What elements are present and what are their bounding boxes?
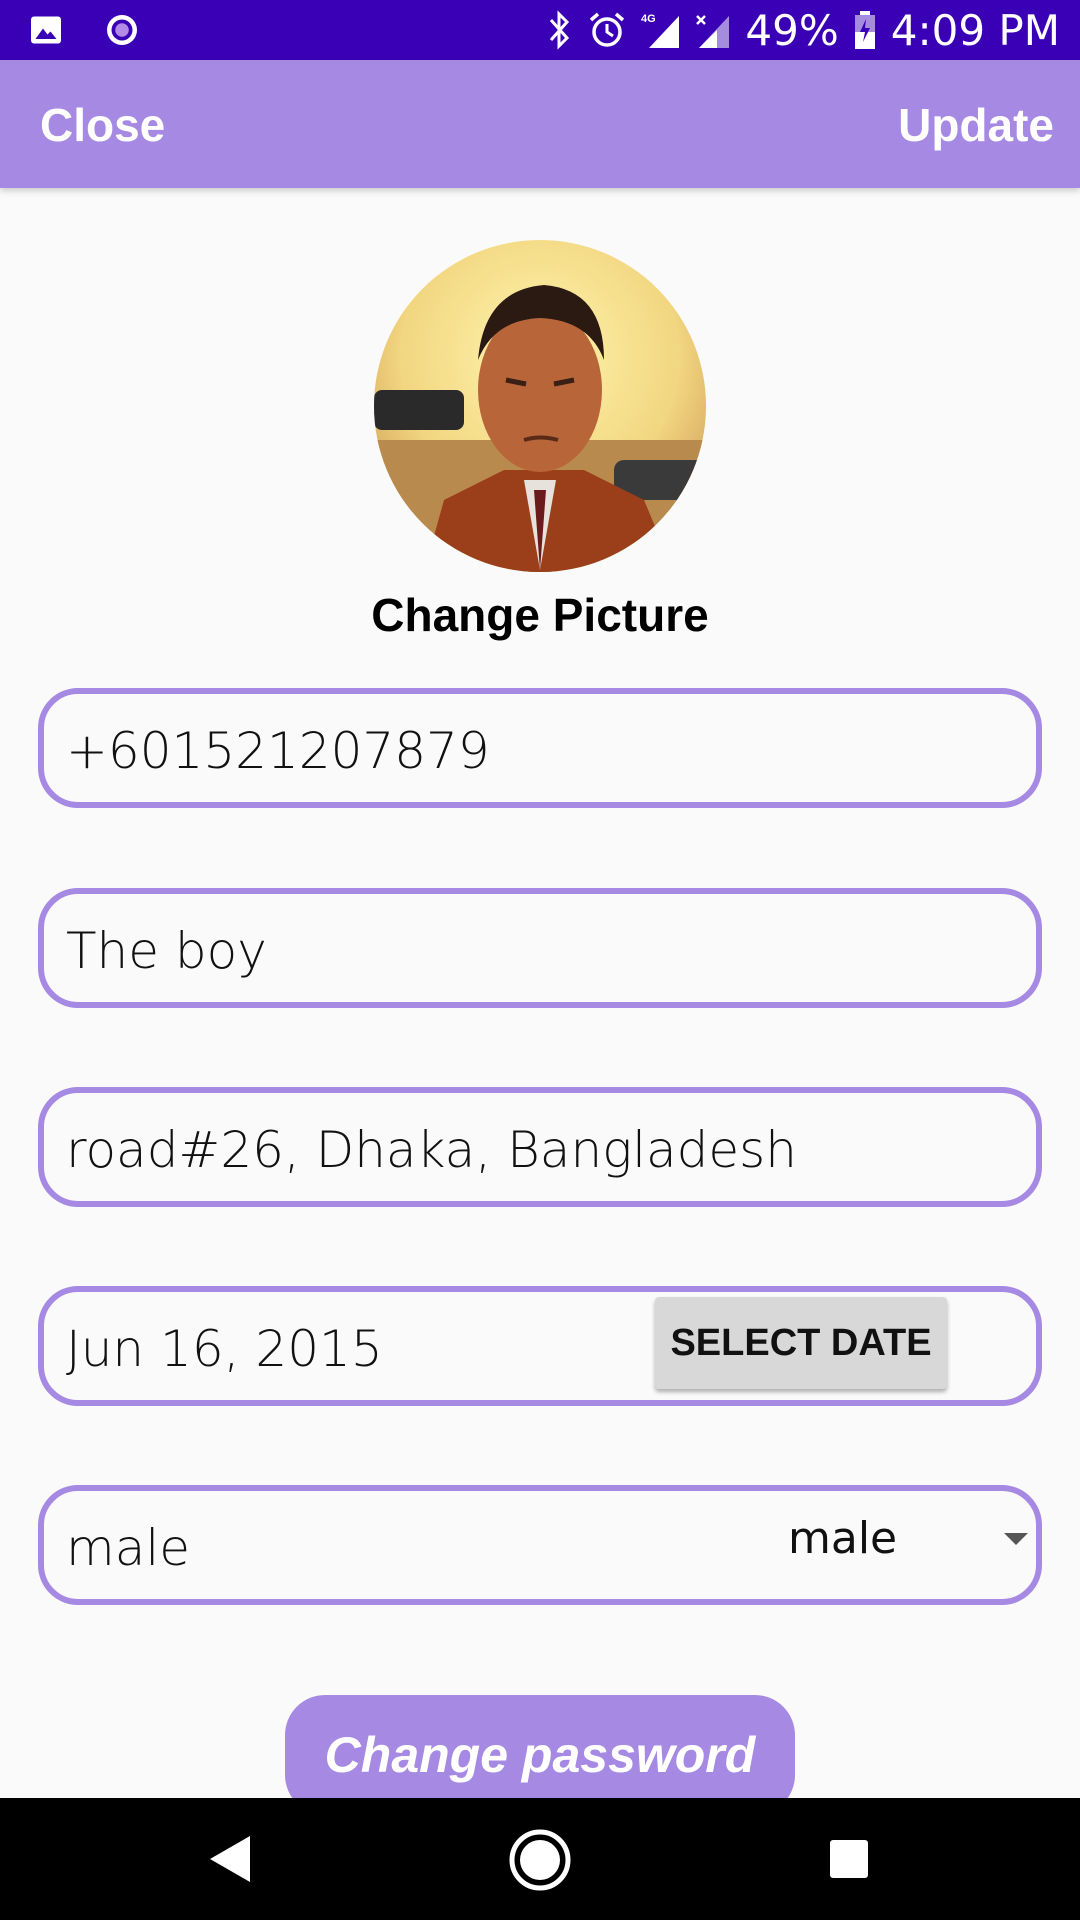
address-value: road#26, Dhaka, Bangladesh (66, 1121, 797, 1179)
name-field[interactable]: The boy (38, 888, 1042, 1008)
alarm-icon (590, 12, 625, 47)
status-bar: 4G 49% 4:09 PM (0, 0, 1080, 60)
dropdown-caret-icon[interactable] (1004, 1533, 1028, 1545)
birthdate-field: Jun 16, 2015 SELECT DATE (38, 1286, 1042, 1406)
back-icon[interactable] (206, 1834, 252, 1884)
close-button[interactable]: Close (40, 98, 165, 152)
recent-apps-icon[interactable] (830, 1840, 868, 1878)
gender-field: male male (38, 1485, 1042, 1605)
signal-4g-icon: 4G (641, 13, 680, 48)
home-icon[interactable] (508, 1828, 572, 1892)
gender-text: male (66, 1519, 190, 1577)
clock: 4:09 PM (890, 5, 1060, 55)
profile-avatar[interactable] (374, 240, 706, 572)
gender-spinner[interactable]: male (788, 1513, 897, 1564)
battery-percent: 49% (745, 5, 839, 55)
select-date-button[interactable]: SELECT DATE (655, 1297, 947, 1389)
bluetooth-icon (550, 10, 570, 50)
phone-value: +601521207879 (66, 722, 490, 780)
record-icon (107, 15, 137, 45)
change-picture-link[interactable]: Change Picture (0, 588, 1080, 642)
birthdate-value: Jun 16, 2015 (66, 1320, 383, 1378)
avatar-image (374, 240, 706, 572)
svg-text:4G: 4G (641, 13, 656, 25)
phone-field[interactable]: +601521207879 (38, 688, 1042, 808)
image-icon (31, 16, 61, 44)
battery-icon (854, 11, 875, 49)
change-password-button[interactable]: Change password (285, 1695, 795, 1815)
name-value: The boy (66, 922, 267, 980)
app-bar: Close Update (0, 60, 1080, 188)
address-field[interactable]: road#26, Dhaka, Bangladesh (38, 1087, 1042, 1207)
navigation-bar (0, 1798, 1080, 1920)
signal-icon (696, 15, 730, 48)
update-button[interactable]: Update (898, 98, 1054, 152)
